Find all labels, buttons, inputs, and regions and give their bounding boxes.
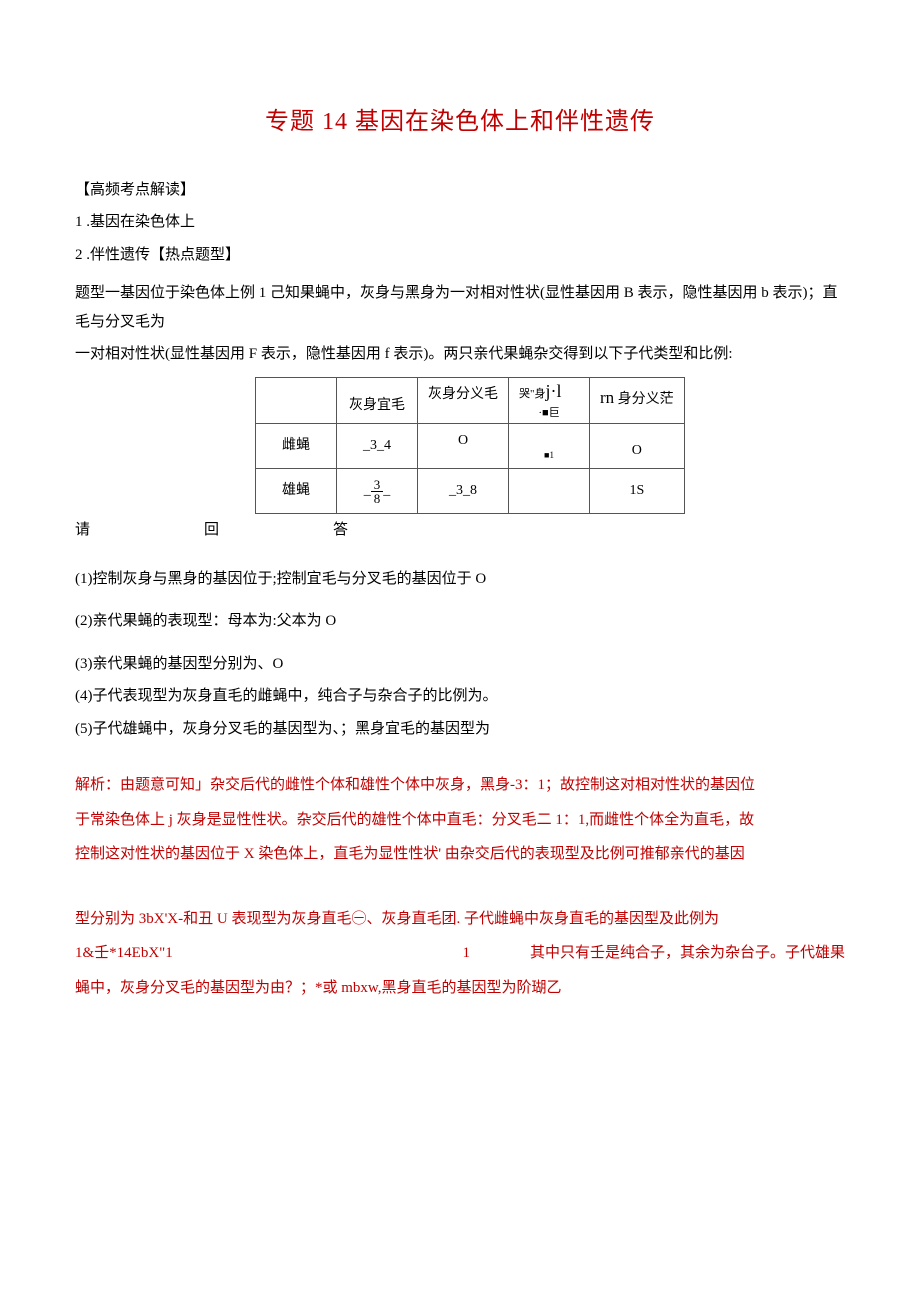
header-col-4: rn 身分义茫 — [590, 377, 685, 424]
sub-question-4: (4)子代表现型为灰身直毛的雌蝇中，纯合子与杂合子的比例为。 — [75, 682, 845, 711]
question-stem-line-2: 一对相对性状(显性基因用 F 表示，隐性基因用 f 表示)。两只亲代果蝇杂交得到… — [75, 340, 845, 369]
cell-m-4: 1S — [590, 469, 685, 514]
cell-f-2: O — [418, 424, 509, 469]
row-label-male: 雄蝇 — [256, 469, 337, 514]
cell-m-2: _3_8 — [418, 469, 509, 514]
key-point-2: 2 .伴性遗传【热点题型】 — [75, 241, 845, 270]
cell-m-3 — [509, 469, 590, 514]
question-stem-line-1: 题型一基因位于染色体上例 1 己知果蝇中，灰身与黑身为一对相对性状(显性基因用 … — [75, 279, 845, 336]
explanation-line-3: 控制这对性状的基因位于 X 染色体上，直毛为显性性状' 由杂交后代的表现型及比例… — [75, 840, 845, 869]
intro-label: 【高频考点解读】 — [75, 176, 845, 205]
header-col-2: 灰身分义毛 — [418, 377, 509, 424]
cell-f-1: _3_4 — [337, 424, 418, 469]
cell-f-3: ■1 — [509, 424, 590, 469]
sub-question-3: (3)亲代果蝇的基因型分别为、O — [75, 650, 845, 679]
header-col-3: 哭"身j·l ·■巨 — [509, 377, 590, 424]
sub-question-5: (5)子代雄蝇中，灰身分叉毛的基因型为、；黑身宜毛的基因型为 — [75, 715, 845, 744]
key-point-1: 1 .基因在染色体上 — [75, 208, 845, 237]
document-page: 专题 14 基因在染色体上和伴性遗传 【高频考点解读】 1 .基因在染色体上 2… — [0, 0, 920, 1048]
cell-m-1: _38_ — [337, 469, 418, 514]
offspring-ratio-table: 灰身宜毛 灰身分义毛 哭"身j·l ·■巨 rn 身分义茫 雌蝇 _3_4 O … — [255, 377, 685, 515]
cell-f-4: O — [590, 424, 685, 469]
explanation-line-6: 蝇中，灰身分叉毛的基因型为由？；*或 mbxw,黑身直毛的基因型为阶瑚乙 — [75, 974, 845, 1003]
table-header-row: 灰身宜毛 灰身分义毛 哭"身j·l ·■巨 rn 身分义茫 — [256, 377, 685, 424]
document-title: 专题 14 基因在染色体上和伴性遗传 — [75, 100, 845, 146]
header-blank — [256, 377, 337, 424]
header-col-1: 灰身宜毛 — [337, 377, 418, 424]
explanation-block: 解析：由题意可知」杂交后代的雌性个体和雄性个体中灰身，黑身-3：1；故控制这对相… — [75, 771, 845, 1002]
row-label-female: 雌蝇 — [256, 424, 337, 469]
explanation-line-2: 于常染色体上 j 灰身是显性性状。杂交后代的雄性个体中直毛：分叉毛二 1：1,而… — [75, 806, 845, 835]
explanation-line-1: 解析：由题意可知」杂交后代的雌性个体和雄性个体中灰身，黑身-3：1；故控制这对相… — [75, 771, 845, 800]
sub-question-2: (2)亲代果蝇的表现型：母本为:父本为 O — [75, 607, 845, 636]
explanation-line-4: 型分别为 3bX'X-和丑 U 表现型为灰身直毛㊀、灰身直毛团. 子代雌蝇中灰身… — [75, 905, 845, 934]
table-row-male: 雄蝇 _38_ _3_8 1S — [256, 469, 685, 514]
table-row-female: 雌蝇 _3_4 O ■1 O — [256, 424, 685, 469]
sub-question-1: (1)控制灰身与黑身的基因位于;控制宜毛与分叉毛的基因位于 O — [75, 565, 845, 594]
explanation-line-5: 1&壬*14EbX"1 1 其中只有壬是纯合子，其余为杂台子。子代雄果 — [75, 939, 845, 968]
please-answer: 请 回 答 — [75, 516, 845, 545]
